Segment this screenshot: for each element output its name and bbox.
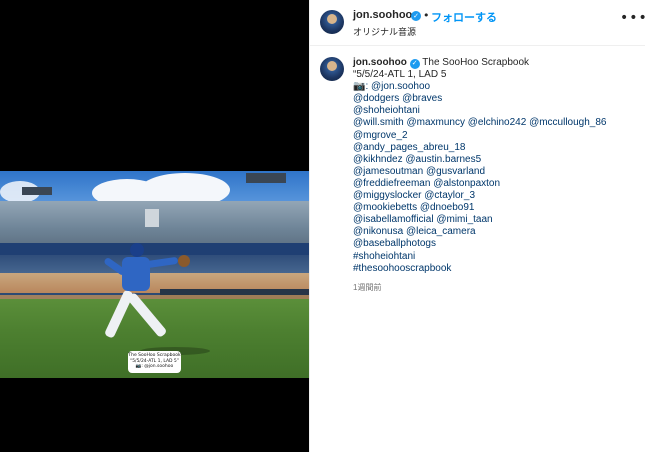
caption-avatar[interactable] bbox=[320, 57, 344, 81]
caption-mention-line[interactable]: @isabellamofficial @mimi_taan bbox=[353, 214, 638, 226]
caption-line: “5/5/24-ATL 1, LAD 5 bbox=[353, 69, 447, 81]
caption-card-line: 📷: @jon.soohoo bbox=[135, 364, 174, 369]
audio-label[interactable]: オリジナル音源 bbox=[353, 25, 416, 38]
caption-hashtag-line[interactable]: #thesoohooscrapbook bbox=[353, 263, 638, 275]
caption-mention-line[interactable]: @kikhndez @austin.barnes5 bbox=[353, 154, 638, 166]
more-options-icon[interactable]: ••• bbox=[620, 10, 645, 26]
photo-player bbox=[100, 243, 210, 363]
caption-username[interactable]: jon.soohoo bbox=[353, 57, 407, 68]
caption-mention-line[interactable]: @baseballphotogs bbox=[353, 238, 638, 250]
caption-mention-line[interactable]: @mookiebetts @dnoebo91 bbox=[353, 202, 638, 214]
post-header: jon.soohoo ✓ • フォローする オリジナル音源 ••• bbox=[310, 0, 645, 46]
post-caption: jon.soohoo ✓ The SooHoo Scrapbook “5/5/2… bbox=[353, 57, 638, 275]
player-arm bbox=[145, 256, 179, 269]
verified-badge-icon: ✓ bbox=[411, 11, 421, 21]
player-leg bbox=[126, 291, 168, 339]
header-username[interactable]: jon.soohoo bbox=[353, 9, 412, 21]
caption-title: The SooHoo Scrapbook bbox=[422, 57, 530, 68]
photo-caption-card: The SooHoo Scrapbook “5/5/24-ATL 1, LAD … bbox=[128, 351, 181, 373]
caption-mention-line[interactable]: @andy_pages_abreu_18 bbox=[353, 142, 638, 154]
caption-mention-line[interactable]: @miggyslocker @ctaylor_3 bbox=[353, 190, 638, 202]
caption-mention-line[interactable]: @freddiefreeman @alstonpaxton bbox=[353, 178, 638, 190]
photo-scoreboard bbox=[145, 209, 159, 227]
post-media[interactable]: The SooHoo Scrapbook “5/5/24-ATL 1, LAD … bbox=[0, 0, 309, 452]
follow-button[interactable]: フォローする bbox=[431, 9, 497, 25]
photo-light-tower bbox=[22, 187, 52, 195]
caption-mention-line[interactable]: @mgrove_2 bbox=[353, 130, 638, 142]
caption-mention-line[interactable]: @shoheiohtani bbox=[353, 105, 638, 117]
caption-card-line: The SooHoo Scrapbook bbox=[128, 353, 181, 358]
player-head bbox=[130, 243, 144, 257]
avatar[interactable] bbox=[320, 10, 344, 34]
caption-mention-line[interactable]: @nikonusa @leica_camera bbox=[353, 226, 638, 238]
caption-mention-line[interactable]: @jamesoutman @gusvarland bbox=[353, 166, 638, 178]
player-glove bbox=[178, 255, 190, 267]
caption-mention-line[interactable]: @will.smith @maxmuncy @elchino242 @mccul… bbox=[353, 117, 638, 129]
caption-title-line: jon.soohoo ✓ The SooHoo Scrapbook bbox=[353, 57, 638, 69]
caption-mention-line[interactable]: 📷: @jon.soohoo bbox=[353, 81, 638, 93]
instagram-post: The SooHoo Scrapbook “5/5/24-ATL 1, LAD … bbox=[0, 0, 645, 452]
verified-badge-icon: ✓ bbox=[409, 59, 420, 69]
caption-mention-line[interactable]: @dodgers @braves bbox=[353, 93, 638, 105]
photo-light-tower bbox=[246, 173, 286, 183]
post-sidebar: jon.soohoo ✓ • フォローする オリジナル音源 ••• jon.so… bbox=[309, 0, 645, 452]
caption-hashtag-line[interactable]: #shoheiohtani bbox=[353, 251, 638, 263]
post-photo[interactable]: The SooHoo Scrapbook “5/5/24-ATL 1, LAD … bbox=[0, 171, 309, 378]
separator-dot: • bbox=[423, 9, 430, 22]
post-timestamp[interactable]: 1週間前 bbox=[353, 282, 381, 293]
